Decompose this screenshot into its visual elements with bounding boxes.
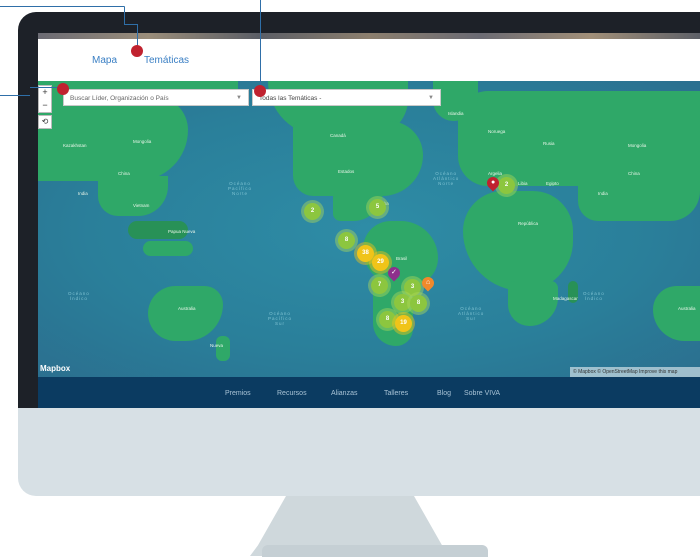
callout-line xyxy=(0,6,124,7)
callout-dot-themes xyxy=(131,45,143,57)
footer-link-alianzas[interactable]: Alianzas xyxy=(331,390,357,397)
map-cluster[interactable]: 5 xyxy=(369,199,386,216)
map-cluster[interactable]: 3 xyxy=(394,294,411,311)
land-south-asia xyxy=(578,176,700,221)
zoom-out-button[interactable]: − xyxy=(39,99,51,112)
footer-link-blog[interactable]: Blog xyxy=(437,390,451,397)
land-australia xyxy=(148,286,223,341)
mapbox-logo: Mapbox xyxy=(40,364,71,373)
callout-line xyxy=(30,87,60,88)
map-cluster[interactable]: 3 xyxy=(404,279,421,296)
callout-line xyxy=(124,24,138,25)
site-footer xyxy=(38,377,700,408)
reset-view-icon[interactable]: ⟲ xyxy=(38,115,52,129)
map-cluster[interactable]: 29 xyxy=(372,254,389,271)
map-attribution[interactable]: © Mapbox © OpenStreetMap Improve this ma… xyxy=(570,367,700,377)
monitor-chin xyxy=(18,408,700,496)
screen: Mapa Temáticas Kazakhstan Mongolia China xyxy=(38,33,700,408)
footer-link-premios[interactable]: Premios xyxy=(225,390,251,397)
map-cluster[interactable]: 2 xyxy=(498,177,515,194)
map-cluster[interactable]: 7 xyxy=(371,277,388,294)
monitor-stand-base xyxy=(262,545,488,557)
land-asia-west xyxy=(38,96,188,181)
caret-down-icon: ▼ xyxy=(428,95,434,101)
land-north-america xyxy=(293,121,423,196)
map-cluster[interactable]: 8 xyxy=(410,295,427,312)
footer-link-sobre-viva[interactable]: Sobre VIVA xyxy=(464,390,500,397)
callout-dot-theme-select xyxy=(254,85,266,97)
nav-map-link[interactable]: Mapa xyxy=(92,55,117,66)
search-select[interactable]: Buscar Líder, Organización o País ▼ xyxy=(63,89,249,106)
land-southeast-asia xyxy=(98,176,168,216)
map-cluster[interactable]: 8 xyxy=(338,232,355,249)
nav-themes-link[interactable]: Temáticas xyxy=(144,55,189,66)
search-select-placeholder: Buscar Líder, Organización o País xyxy=(70,95,169,102)
land-new-guinea xyxy=(143,241,193,256)
theme-select-value: Todas las Temáticas - xyxy=(259,95,322,102)
map-cluster[interactable]: 8 xyxy=(379,311,396,328)
callout-line xyxy=(0,95,30,96)
map-cluster[interactable]: 19 xyxy=(395,315,412,332)
callout-dot-search xyxy=(57,83,69,95)
theme-select[interactable]: Todas las Temáticas - ▼ xyxy=(252,89,441,106)
caret-down-icon: ▼ xyxy=(236,95,242,101)
land-southern-africa xyxy=(508,281,558,326)
footer-link-recursos[interactable]: Recursos xyxy=(277,390,307,397)
footer-link-talleres[interactable]: Talleres xyxy=(384,390,408,397)
world-map[interactable]: Kazakhstan Mongolia China India Vietnam … xyxy=(38,81,700,377)
zoom-control: + − xyxy=(38,85,52,113)
land-new-zealand xyxy=(216,336,230,361)
callout-line xyxy=(260,0,261,90)
map-cluster[interactable]: 2 xyxy=(304,203,321,220)
land-africa xyxy=(463,191,573,291)
land-australia-east xyxy=(653,286,700,341)
callout-line xyxy=(137,24,138,46)
callout-line xyxy=(124,6,125,24)
